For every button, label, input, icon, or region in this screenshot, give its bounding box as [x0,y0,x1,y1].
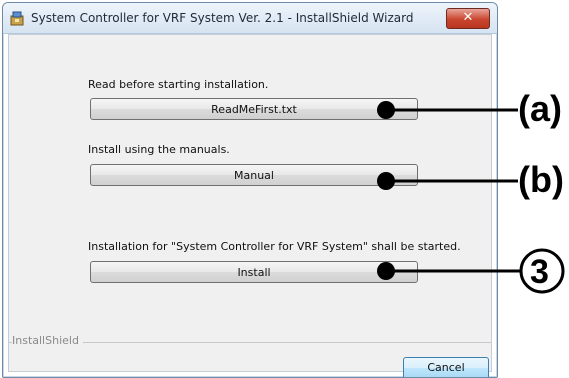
callout-label-b: (b) [518,159,564,200]
callout-dot-step [377,262,395,280]
step-number: 3 [530,253,549,291]
callout-dot-a [377,101,395,119]
callout-lines [377,101,565,294]
callout-label-a: (a) [518,88,562,129]
callout-dot-b [377,172,395,190]
